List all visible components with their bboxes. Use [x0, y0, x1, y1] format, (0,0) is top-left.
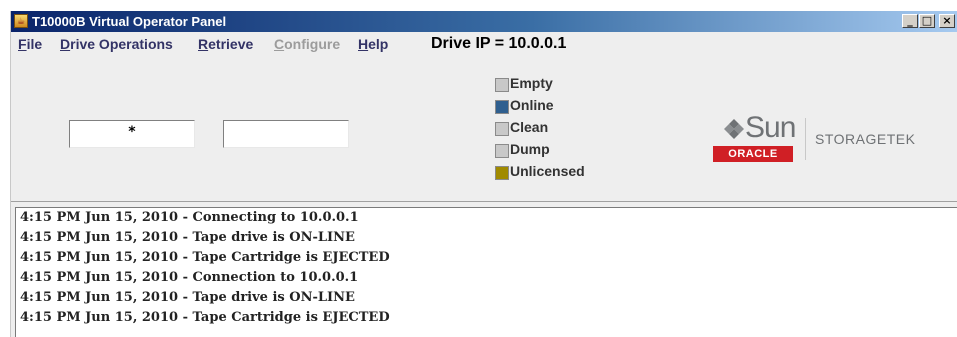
drive-ip-label: Drive IP = 10.0.0.1 — [431, 35, 567, 52]
window-title: T10000B Virtual Operator Panel — [32, 14, 227, 29]
log-line: 4:15 PM Jun 15, 2010 - Tape Cartridge is… — [20, 250, 390, 265]
minimize-icon[interactable]: _ — [902, 14, 918, 28]
title-bar[interactable]: ☕ T10000B Virtual Operator Panel _ □ × — [11, 11, 957, 32]
status-panel: * Empty Online Clean Dump Unlicensed Sun… — [11, 56, 957, 202]
indicator-empty — [495, 78, 509, 92]
log-line: 4:15 PM Jun 15, 2010 - Tape Cartridge is… — [20, 310, 390, 325]
log-line: 4:15 PM Jun 15, 2010 - Tape drive is ON-… — [20, 290, 355, 305]
logo-divider — [805, 118, 806, 160]
operator-display-left: * — [69, 120, 195, 148]
menu-bar: File Drive Operations Retrieve Configure… — [11, 32, 957, 56]
java-icon[interactable]: ☕ — [14, 14, 28, 28]
app-window: ☕ T10000B Virtual Operator Panel _ □ × F… — [10, 11, 957, 337]
log-line: 4:15 PM Jun 15, 2010 - Connecting to 10.… — [20, 210, 359, 225]
menu-help[interactable]: Help — [358, 36, 388, 52]
indicator-clean — [495, 122, 509, 136]
menu-file[interactable]: File — [18, 36, 42, 52]
close-icon[interactable]: × — [939, 14, 955, 28]
sun-wordmark: Sun — [745, 111, 796, 144]
operator-display-right — [223, 120, 349, 148]
log-line: 4:15 PM Jun 15, 2010 - Tape drive is ON-… — [20, 230, 355, 245]
indicator-dump — [495, 144, 509, 158]
menu-drive-operations[interactable]: Drive Operations — [60, 36, 173, 52]
sun-diamond-icon — [724, 119, 744, 139]
menu-configure[interactable]: Configure — [274, 36, 340, 52]
maximize-icon[interactable]: □ — [919, 14, 935, 28]
indicator-unlicensed — [495, 166, 509, 180]
indicator-online — [495, 100, 509, 114]
storagetek-wordmark: STORAGETEK — [815, 131, 916, 147]
log-line: 4:15 PM Jun 15, 2010 - Connection to 10.… — [20, 270, 359, 285]
event-log[interactable]: 4:15 PM Jun 15, 2010 - Connecting to 10.… — [15, 207, 957, 337]
menu-retrieve[interactable]: Retrieve — [198, 36, 253, 52]
oracle-badge: ORACLE — [713, 146, 793, 162]
sun-oracle-logo: Sun ORACLE STORAGETEK — [713, 111, 928, 178]
